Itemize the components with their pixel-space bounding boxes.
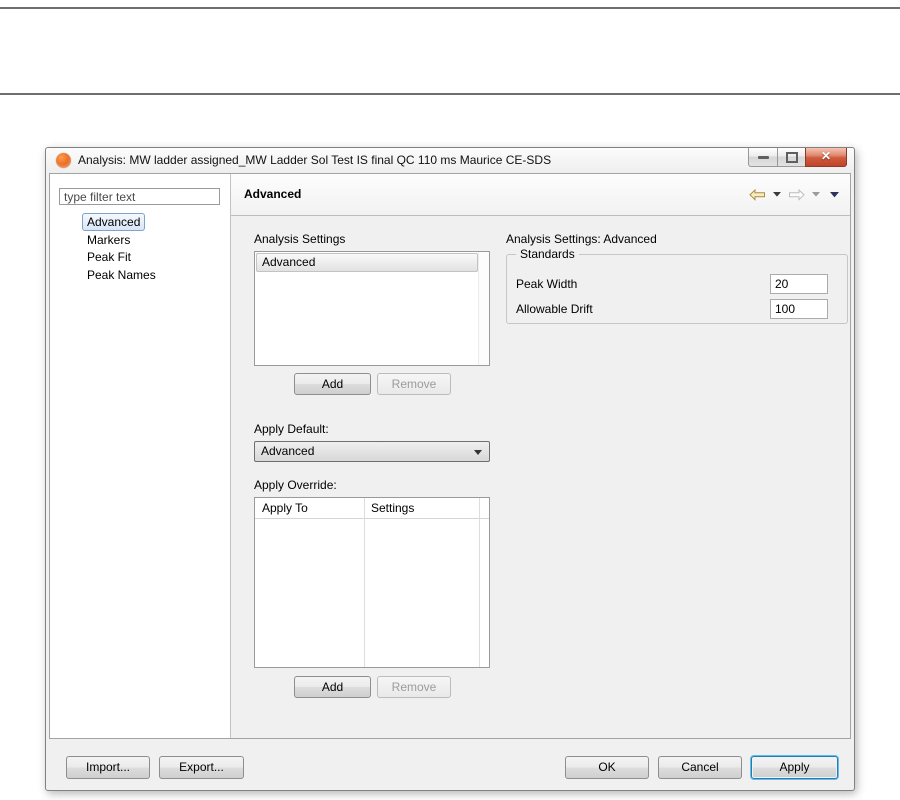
tree-item-label: Advanced <box>82 213 146 231</box>
analysis-dialog: Analysis: MW ladder assigned_MW Ladder S… <box>45 147 855 791</box>
background-rule-top <box>0 7 900 9</box>
settings-tree-panel: Advanced Markers Peak Fit Peak Names <box>50 174 230 738</box>
standards-group: Standards Peak Width Allowable Drift <box>506 247 848 324</box>
close-button[interactable]: ✕ <box>805 148 847 167</box>
apply-button[interactable]: Apply <box>751 756 838 779</box>
analysis-settings-label: Analysis Settings <box>254 232 346 246</box>
app-icon <box>56 153 71 168</box>
maximize-button[interactable] <box>777 148 806 167</box>
chevron-down-icon <box>830 191 839 197</box>
forward-icon <box>789 188 805 201</box>
view-menu-button[interactable] <box>830 191 839 198</box>
apply-override-table-header: Apply To Settings <box>255 498 489 519</box>
back-button[interactable] <box>749 188 766 201</box>
page-title: Advanced <box>244 187 302 201</box>
page-header: Advanced <box>231 174 850 216</box>
tree-item-label: Peak Fit <box>87 250 132 264</box>
filter-input[interactable] <box>59 188 220 205</box>
back-history-dropdown[interactable] <box>773 192 781 197</box>
tree-item-peak-names[interactable]: Peak Names <box>50 266 230 284</box>
details-title: Analysis Settings: Advanced <box>506 232 657 246</box>
column-header-apply-to[interactable]: Apply To <box>255 498 364 518</box>
analysis-settings-add-button[interactable]: Add <box>294 373 371 395</box>
window-title: Analysis: MW ladder assigned_MW Ladder S… <box>78 153 552 167</box>
apply-override-remove-button[interactable]: Remove <box>377 676 451 698</box>
apply-default-select[interactable]: Advanced <box>254 441 490 462</box>
tree-item-label: Peak Names <box>87 267 156 282</box>
column-header-settings[interactable]: Settings <box>364 498 482 518</box>
tree-item-advanced[interactable]: Advanced <box>50 213 230 231</box>
peak-width-input[interactable] <box>770 274 828 294</box>
export-button[interactable]: Export... <box>159 756 244 779</box>
forward-button[interactable] <box>788 188 805 201</box>
chevron-down-icon <box>474 450 482 455</box>
standards-group-legend: Standards <box>516 247 579 261</box>
table-column-divider <box>364 498 365 667</box>
list-scrollbar[interactable] <box>478 252 489 365</box>
chevron-down-icon <box>773 192 781 197</box>
ok-button[interactable]: OK <box>565 756 649 779</box>
minimize-button[interactable] <box>748 148 778 167</box>
settings-tree: Advanced Markers Peak Fit Peak Names <box>50 213 230 283</box>
table-column-divider <box>479 498 480 667</box>
dialog-client-area: Advanced Markers Peak Fit Peak Names <box>49 173 851 787</box>
page-nav-toolbar <box>749 174 839 215</box>
list-item[interactable]: Advanced <box>256 253 478 272</box>
apply-default-value: Advanced <box>261 444 315 458</box>
dialog-main-area: Advanced Markers Peak Fit Peak Names <box>49 173 851 739</box>
maximize-icon <box>785 152 798 163</box>
settings-page: Advanced Analysis Settings Advanced Add … <box>231 174 850 738</box>
analysis-settings-remove-button[interactable]: Remove <box>377 373 451 395</box>
minimize-icon <box>757 156 769 159</box>
peak-width-label: Peak Width <box>516 277 578 291</box>
tree-item-peak-fit[interactable]: Peak Fit <box>50 248 230 266</box>
apply-override-add-button[interactable]: Add <box>294 676 371 698</box>
back-icon <box>749 188 765 201</box>
import-button[interactable]: Import... <box>66 756 150 779</box>
analysis-settings-list: Advanced <box>254 251 490 366</box>
tree-item-label: Markers <box>87 232 131 247</box>
apply-override-table: Apply To Settings <box>254 497 490 668</box>
chevron-down-icon <box>812 192 820 197</box>
allowable-drift-input[interactable] <box>770 299 828 319</box>
apply-override-label: Apply Override: <box>254 478 337 492</box>
dialog-button-bar: Import... Export... OK Cancel Apply <box>49 739 851 787</box>
cancel-button[interactable]: Cancel <box>658 756 742 779</box>
close-icon: ✕ <box>820 149 832 163</box>
apply-default-label: Apply Default: <box>254 422 329 436</box>
allowable-drift-label: Allowable Drift <box>516 302 593 316</box>
desktop-background: Analysis: MW ladder assigned_MW Ladder S… <box>0 0 900 800</box>
background-rule-middle <box>0 93 900 95</box>
forward-history-dropdown[interactable] <box>812 192 820 197</box>
tree-item-markers[interactable]: Markers <box>50 231 230 249</box>
title-bar[interactable]: Analysis: MW ladder assigned_MW Ladder S… <box>46 148 854 173</box>
